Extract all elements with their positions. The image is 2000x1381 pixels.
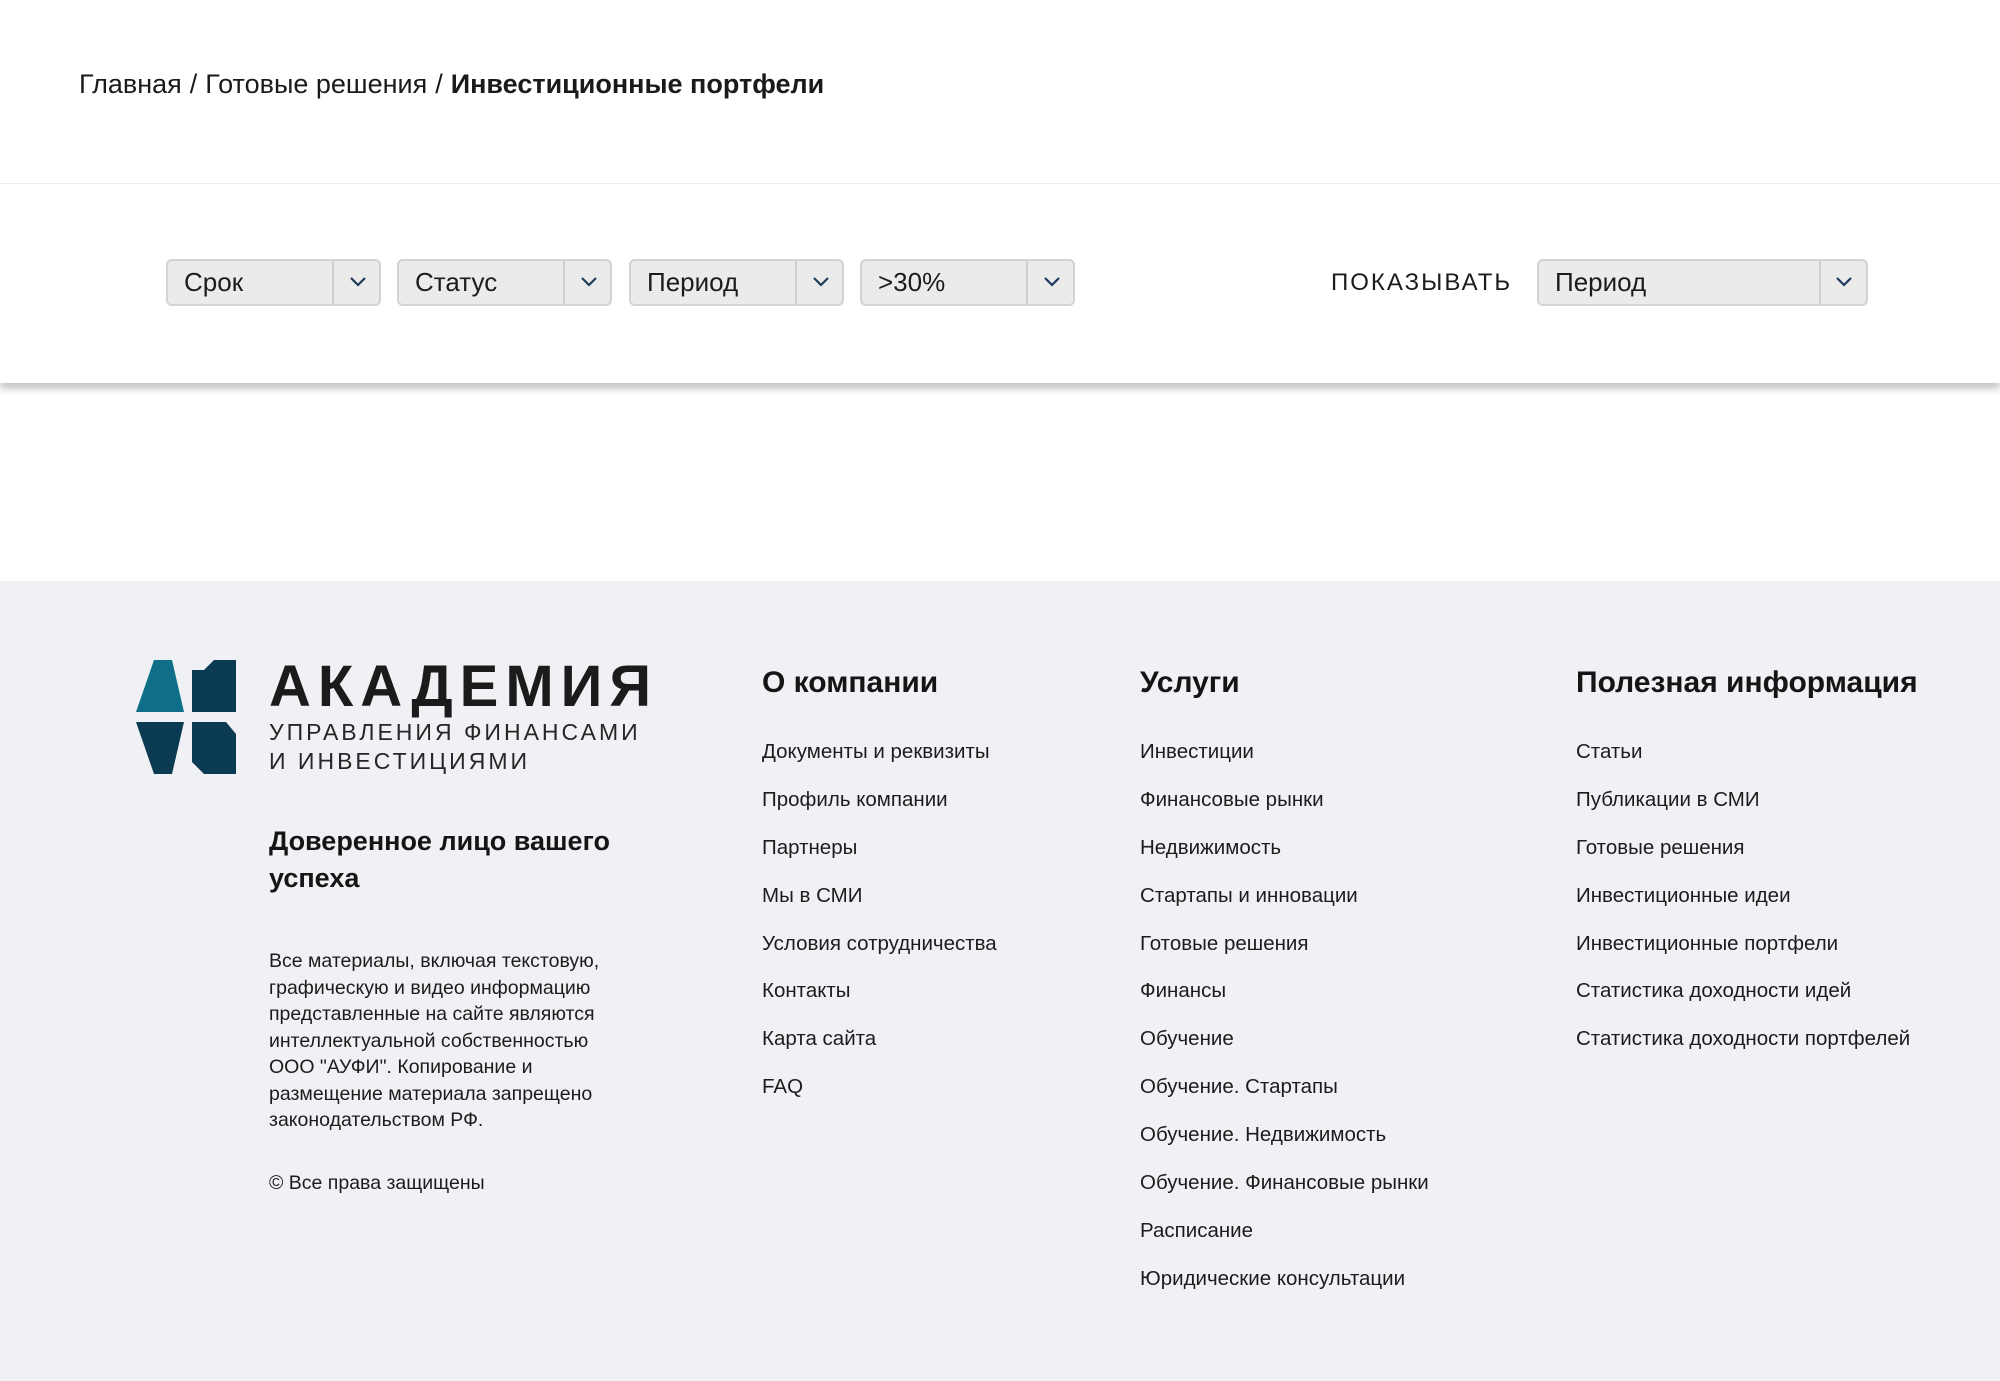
select-value: Период	[647, 267, 739, 297]
footer-link[interactable]: Документы и реквизиты	[762, 728, 997, 776]
footer-link[interactable]: Статистика доходности портфелей	[1576, 1015, 1918, 1063]
footer-link[interactable]: Контакты	[762, 967, 997, 1015]
select-value: Срок	[184, 267, 244, 297]
footer-link-list: Инвестиции Финансовые рынки Недвижимость…	[1140, 728, 1429, 1303]
select-divider	[1026, 261, 1028, 304]
breadcrumb-separator: /	[189, 69, 198, 99]
show-label: ПОКАЗЫВАТЬ	[1331, 269, 1513, 296]
footer-link[interactable]: Партнеры	[762, 824, 997, 872]
filter-bar: Срок Статус Период >30% ПОКАЗЫВАТЬ Перио…	[0, 183, 2000, 383]
footer-link[interactable]: Обучение. Финансовые рынки	[1140, 1159, 1429, 1207]
select-value: Статус	[415, 267, 498, 297]
footer-link[interactable]: Финансовые рынки	[1140, 776, 1429, 824]
footer-link[interactable]: Финансы	[1140, 967, 1429, 1015]
footer-column-title: Полезная информация	[1576, 666, 1918, 699]
footer-column-info: Полезная информация Статьи Публикации в …	[1576, 661, 1918, 1063]
footer-link[interactable]: FAQ	[762, 1063, 997, 1111]
breadcrumb-separator: /	[435, 69, 443, 99]
select-divider	[1819, 261, 1821, 304]
term-filter-select[interactable]: Срок	[166, 259, 381, 306]
footer-link[interactable]: Недвижимость	[1140, 824, 1429, 872]
breadcrumb-link-ready-solutions[interactable]: Готовые решения	[205, 69, 427, 99]
footer-link[interactable]: Статьи	[1576, 728, 1918, 776]
brand-subtitle-line1: УПРАВЛЕНИЯ ФИНАНСАМИ	[269, 719, 641, 745]
footer-link[interactable]: Профиль компании	[762, 776, 997, 824]
footer-link-list: Документы и реквизиты Профиль компании П…	[762, 728, 997, 1111]
copyright: © Все права защищены	[269, 1172, 485, 1194]
footer-link[interactable]: Готовые решения	[1576, 824, 1918, 872]
legal-notice: Все материалы, включая текстовую, графич…	[269, 950, 600, 1131]
footer-column-about: О компании Документы и реквизиты Профиль…	[762, 661, 997, 1111]
select-divider	[563, 261, 565, 304]
footer-link[interactable]: Обучение. Стартапы	[1140, 1063, 1429, 1111]
footer-column-title: О компании	[762, 666, 939, 699]
select-value: Период	[1555, 267, 1647, 297]
breadcrumb-link-home[interactable]: Главная	[79, 69, 182, 99]
footer-link[interactable]: Инвестиции	[1140, 728, 1429, 776]
period-filter-select[interactable]: Период	[629, 259, 844, 306]
brand: АКАДЕМИЯ УПРАВЛЕНИЯ ФИНАНСАМИ И ИНВЕСТИЦ…	[269, 656, 658, 776]
footer-link[interactable]: Юридические консультации	[1140, 1255, 1429, 1303]
breadcrumb: Главная / Готовые решения / Инвестиционные п…	[79, 62, 824, 106]
footer-link[interactable]: Инвестиционные идеи	[1576, 872, 1918, 920]
footer-link[interactable]: Инвестиционные портфели	[1576, 920, 1918, 968]
show-period-select[interactable]: Период	[1537, 259, 1868, 306]
breadcrumb-current: Инвестиционные портфели	[450, 69, 825, 99]
footer-link[interactable]: Мы в СМИ	[762, 872, 997, 920]
status-filter-select[interactable]: Статус	[397, 259, 612, 306]
footer-link[interactable]: Обучение	[1140, 1015, 1429, 1063]
footer-column-services: Услуги Инвестиции Финансовые рынки Недви…	[1140, 661, 1429, 1303]
academy-logo-icon[interactable]	[134, 660, 244, 774]
brand-name: АКАДЕМИЯ	[269, 654, 659, 719]
footer-link[interactable]: Карта сайта	[762, 1015, 997, 1063]
footer-link[interactable]: Расписание	[1140, 1207, 1429, 1255]
select-divider	[795, 261, 797, 304]
yield-filter-select[interactable]: >30%	[860, 259, 1075, 306]
footer: АКАДЕМИЯ УПРАВЛЕНИЯ ФИНАНСАМИ И ИНВЕСТИЦ…	[0, 581, 2000, 1381]
footer-column-title: Услуги	[1140, 666, 1240, 699]
footer-tagline: Доверенное лицо вашего успеха	[269, 826, 610, 893]
footer-link[interactable]: Обучение. Недвижимость	[1140, 1111, 1429, 1159]
footer-link[interactable]: Готовые решения	[1140, 920, 1429, 968]
footer-link[interactable]: Стартапы и инновации	[1140, 872, 1429, 920]
select-value: >30%	[878, 267, 946, 297]
chevron-down-icon	[350, 277, 366, 287]
footer-link-list: Статьи Публикации в СМИ Готовые решения …	[1576, 728, 1918, 1063]
chevron-down-icon	[581, 277, 597, 287]
brand-subtitle-line2: И ИНВЕСТИЦИЯМИ	[269, 748, 531, 774]
select-divider	[332, 261, 334, 304]
footer-link[interactable]: Публикации в СМИ	[1576, 776, 1918, 824]
chevron-down-icon	[1044, 277, 1060, 287]
chevron-down-icon	[1836, 277, 1852, 287]
chevron-down-icon	[813, 277, 829, 287]
footer-link[interactable]: Условия сотрудничества	[762, 920, 997, 968]
footer-link[interactable]: Статистика доходности идей	[1576, 967, 1918, 1015]
